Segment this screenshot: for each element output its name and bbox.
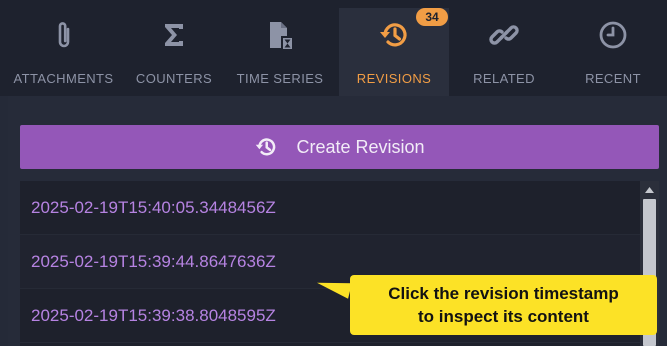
tab-label: RECENT bbox=[585, 71, 641, 86]
link-icon bbox=[489, 20, 519, 50]
tab-bar: ATTACHMENTS COUNTERS TIME SERIES 34 REVI… bbox=[0, 0, 667, 96]
create-revision-button[interactable]: Create Revision bbox=[20, 125, 659, 169]
tab-related[interactable]: RELATED bbox=[449, 8, 559, 96]
tab-attachments[interactable]: ATTACHMENTS bbox=[0, 8, 127, 96]
paperclip-icon bbox=[53, 20, 75, 50]
tab-label: COUNTERS bbox=[135, 71, 213, 86]
revision-history-icon bbox=[378, 20, 410, 50]
scroll-up-arrow-icon[interactable] bbox=[640, 183, 659, 197]
clock-icon bbox=[598, 20, 628, 50]
sigma-icon bbox=[163, 20, 185, 50]
create-revision-label: Create Revision bbox=[296, 136, 425, 157]
tab-label: REVISIONS bbox=[356, 71, 432, 86]
tab-time-series[interactable]: TIME SERIES bbox=[221, 8, 339, 96]
tooltip-line-1: Click the revision timestamp bbox=[388, 284, 619, 303]
tab-counters[interactable]: COUNTERS bbox=[127, 8, 221, 96]
revision-history-icon bbox=[256, 138, 276, 156]
revision-timestamp-link[interactable]: 2025-02-19T15:40:05.3448456Z bbox=[20, 181, 640, 235]
tab-label: TIME SERIES bbox=[236, 71, 324, 86]
tab-label: RELATED bbox=[473, 71, 535, 86]
tab-label: ATTACHMENTS bbox=[13, 71, 114, 86]
revision-count-badge: 34 bbox=[416, 8, 448, 26]
timeseries-icon bbox=[267, 20, 293, 50]
hint-tooltip: Click the revision timestamp to inspect … bbox=[350, 275, 657, 335]
tab-recent[interactable]: RECENT bbox=[559, 8, 667, 96]
tooltip-line-2: to inspect its content bbox=[418, 307, 589, 326]
tab-revisions[interactable]: 34 REVISIONS bbox=[339, 8, 449, 96]
